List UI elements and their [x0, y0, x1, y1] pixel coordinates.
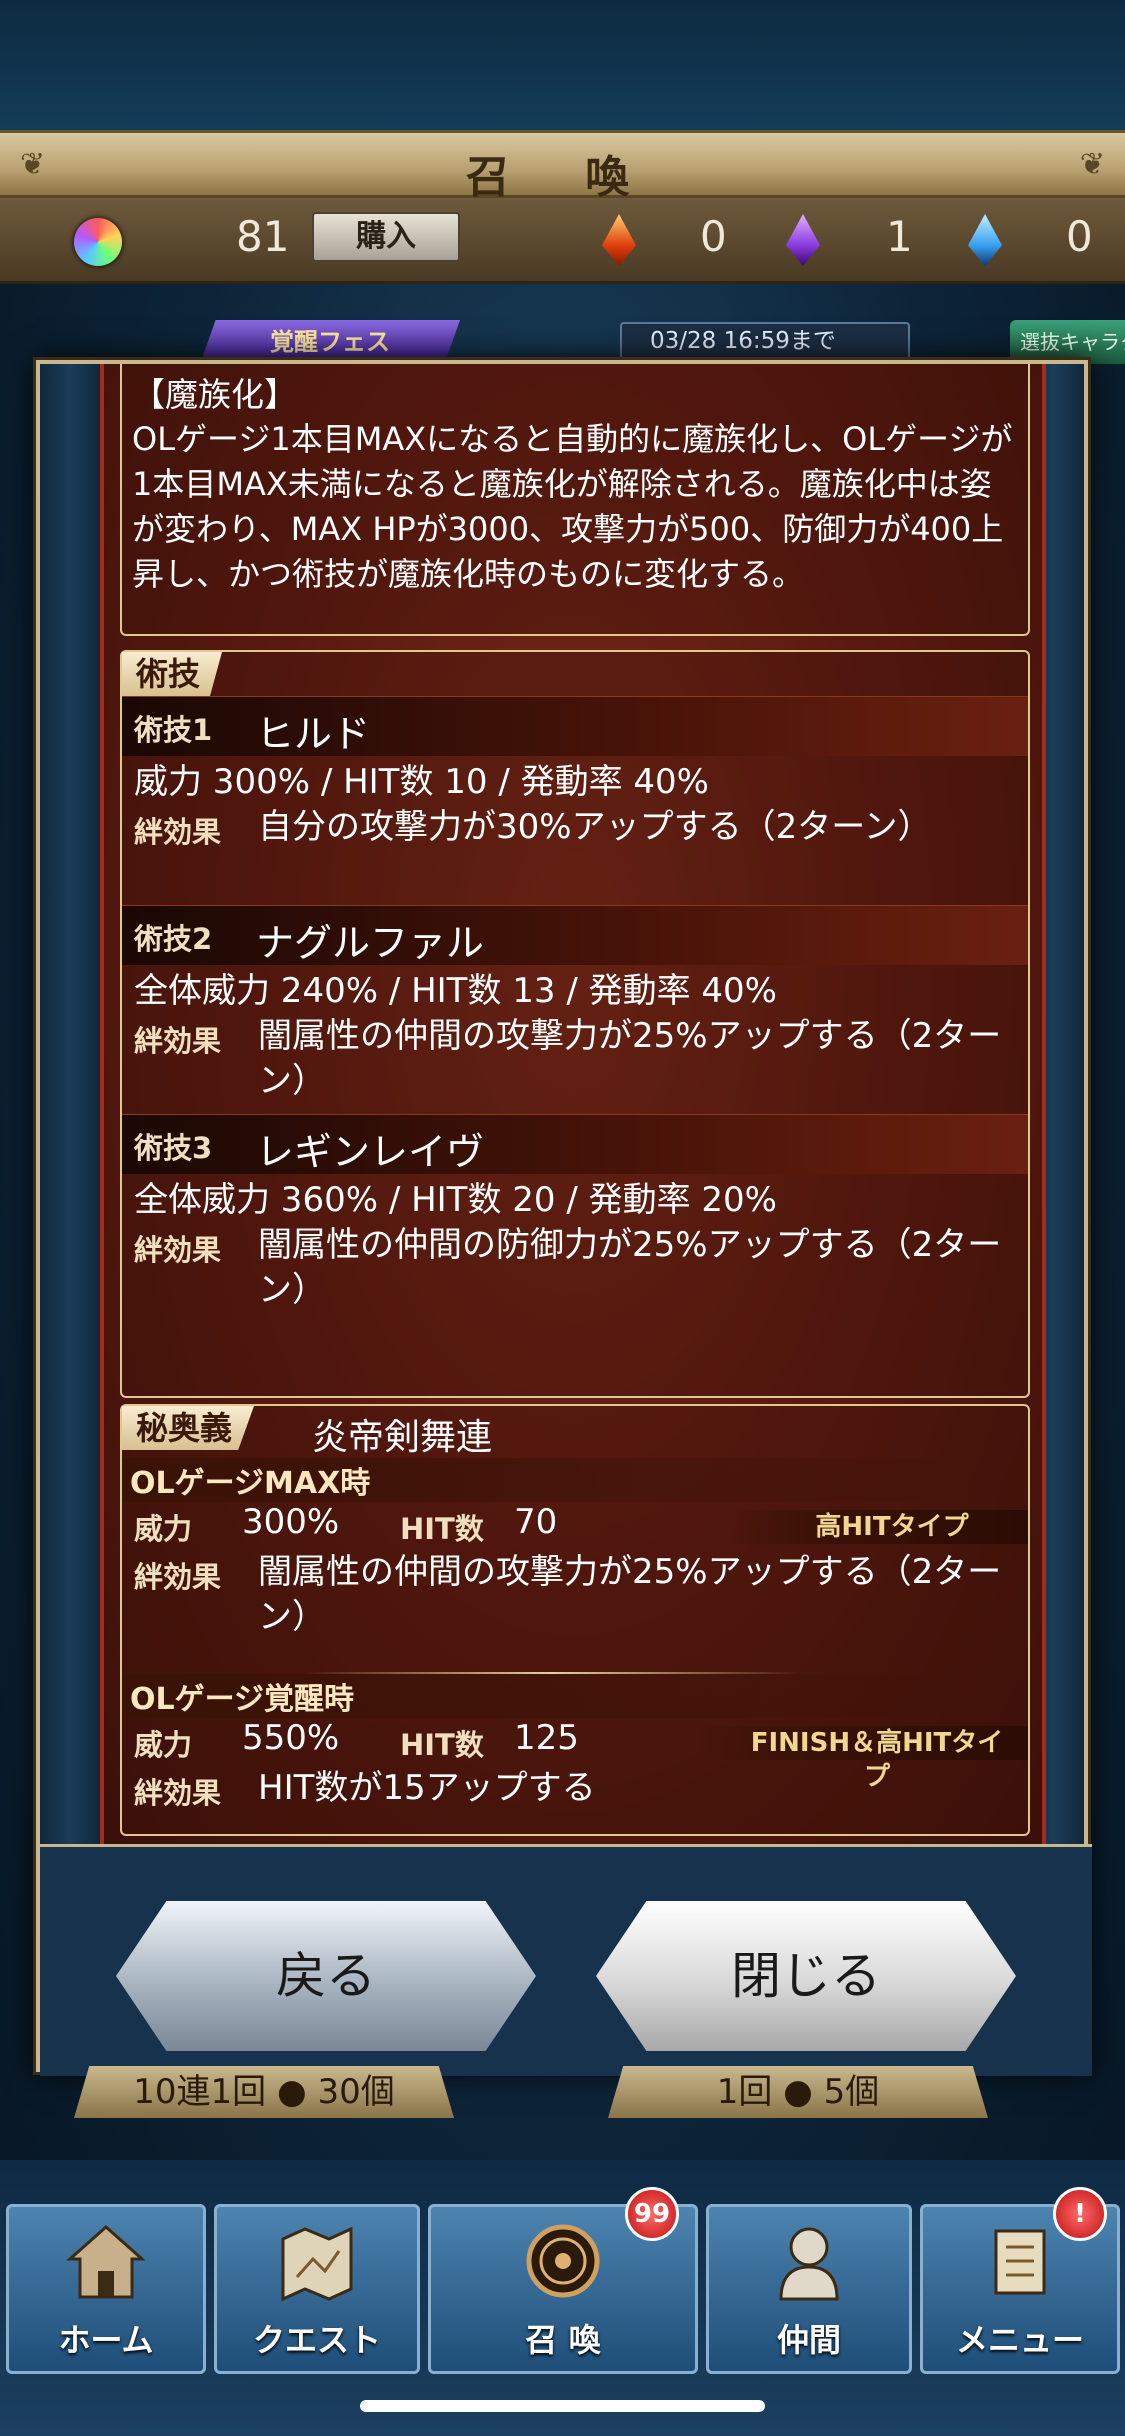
- skill-tag: 術技2: [134, 922, 213, 956]
- skill-header: 術技2 ナグルファル: [122, 905, 1028, 965]
- effect-text: 自分の攻撃力が30%アップする（2ターン）: [258, 807, 932, 847]
- ol-max-effect: 絆効果 闇属性の仲間の攻撃力が25%アップする（2ターン）: [122, 1550, 1028, 1650]
- ability-description: OLゲージ1本目MAXになると自動的に魔族化し、OLゲージが1本目MAX未満にな…: [132, 420, 1013, 593]
- nav-summon[interactable]: 召 喚 99: [428, 2187, 698, 2374]
- modal-rail-left: [40, 364, 100, 1844]
- effect-label: 絆効果: [134, 1024, 222, 1058]
- effect-text: 闇属性の仲間の防御力が25%アップする（2ターン）: [258, 1225, 1002, 1310]
- divider: [302, 1672, 802, 1674]
- fire-gem-icon: [602, 214, 636, 266]
- menu-alert-badge: !: [1053, 2187, 1107, 2241]
- skill-name: ヒルド: [256, 712, 371, 756]
- dark-gem-count: 1: [886, 212, 913, 261]
- power-label: 威力: [134, 1512, 193, 1546]
- close-button[interactable]: 閉じる: [596, 1901, 1016, 2051]
- skill-name: ナグルファル: [256, 921, 485, 965]
- bottom-nav: ホーム クエスト 召 喚 99 仲間 メニュー !: [0, 2160, 1125, 2436]
- hit-label: HIT数: [400, 1512, 484, 1546]
- character-detail-modal: 【魔族化】 OLゲージ1本目MAXになると自動的に魔族化し、OLゲージが1本目M…: [36, 360, 1092, 2076]
- mystic-header: 秘奥義 炎帝剣舞連: [122, 1406, 1028, 1458]
- skill-stats: 威力 300% / HIT数 10 / 発動率 40%: [134, 762, 709, 802]
- dark-gem-icon: [786, 214, 820, 266]
- banner-strip: 覚醒フェス 03/28 16:59まで 選抜キャラクタ: [0, 300, 1125, 398]
- type-badge: 高HITタイプ: [728, 1510, 1028, 1544]
- power-value: 300%: [242, 1502, 340, 1542]
- effect-label: 絆効果: [134, 1560, 222, 1594]
- effect-text: HIT数が15アップする: [258, 1768, 596, 1808]
- water-gem-count: 0: [1066, 212, 1093, 261]
- skill-effect: 絆効果 自分の攻撃力が30%アップする（2ターン）: [122, 805, 1028, 905]
- effect-text: 闇属性の仲間の攻撃力が25%アップする（2ターン）: [258, 1016, 1002, 1101]
- deadline-label: 03/28 16:59まで: [620, 322, 910, 360]
- currency-bar: 81 購入 0 1 0: [0, 198, 1125, 284]
- effect-text: 闇属性の仲間の攻撃力が25%アップする（2ターン）: [258, 1552, 1002, 1637]
- ability-name: 【魔族化】: [132, 375, 297, 414]
- arts-panel: 術技 術技1 ヒルド 威力 300% / HIT数 10 / 発動率 40% 絆…: [120, 650, 1030, 1398]
- mystic-section-label: 秘奥義: [122, 1406, 255, 1450]
- skill-tag: 術技1: [134, 713, 213, 747]
- effect-label: 絆効果: [134, 1233, 222, 1267]
- nav-menu[interactable]: メニュー !: [920, 2187, 1120, 2374]
- nav-home[interactable]: ホーム: [6, 2204, 206, 2374]
- power-label: 威力: [134, 1728, 193, 1762]
- home-indicator[interactable]: [360, 2400, 765, 2412]
- water-gem-icon: [968, 214, 1002, 266]
- effect-label: 絆効果: [134, 815, 222, 849]
- modal-footer: 戻る 閉じる: [40, 1844, 1092, 2076]
- title-bar: ❦ 召 喚 ❦: [0, 130, 1125, 203]
- nav-quest[interactable]: クエスト: [214, 2204, 420, 2374]
- nav-label: ホーム: [58, 2321, 154, 2359]
- skill-effect: 絆効果 闇属性の仲間の防御力が25%アップする（2ターン）: [122, 1223, 1028, 1323]
- skill-name: レギンレイヴ: [256, 1130, 485, 1174]
- ol-awaken-effect: 絆効果 HIT数が15アップする: [122, 1766, 1028, 1816]
- arts-section-label: 術技: [122, 652, 223, 696]
- map-icon: [281, 2226, 353, 2302]
- skill-effect: 絆効果 闇属性の仲間の攻撃力が25%アップする（2ターン）: [122, 1014, 1028, 1114]
- orb-count: 81: [236, 212, 290, 261]
- summon-1-button[interactable]: 1回 ● 5個: [608, 2066, 988, 2118]
- home-icon: [66, 2224, 146, 2299]
- ol-max-power-row: 威力 300% HIT数 70 高HITタイプ: [122, 1502, 1028, 1550]
- skill-header: 術技1 ヒルド: [122, 696, 1028, 756]
- mystic-arte-panel: 秘奥義 炎帝剣舞連 OLゲージMAX時 威力 300% HIT数 70 高HIT…: [120, 1404, 1030, 1836]
- power-value: 550%: [242, 1718, 340, 1758]
- select-character-chip[interactable]: 選抜キャラクタ: [1010, 320, 1125, 398]
- page-title: 召 喚: [465, 152, 660, 203]
- summon-10-button[interactable]: 10連1回 ● 30個: [74, 2066, 454, 2118]
- nav-label: クエスト: [252, 2321, 381, 2359]
- nav-label: 召 喚: [525, 2321, 601, 2359]
- fire-gem-count: 0: [700, 212, 727, 261]
- summon-circle-icon: [526, 2224, 600, 2298]
- fes-banner[interactable]: 覚醒フェス: [200, 320, 460, 364]
- ornament-right-icon: ❦: [1079, 147, 1105, 182]
- mystic-name: 炎帝剣舞連: [312, 1417, 493, 1458]
- summon-count-badge: 99: [625, 2187, 679, 2241]
- back-button[interactable]: 戻る: [116, 1901, 536, 2051]
- rainbow-orb-icon: [74, 218, 122, 266]
- ol-awaken-power-row: 威力 550% HIT数 125 FINISH＆高HITタイプ: [122, 1718, 1028, 1792]
- nav-party[interactable]: 仲間: [706, 2204, 912, 2374]
- modal-scroll-area[interactable]: 【魔族化】 OLゲージ1本目MAXになると自動的に魔族化し、OLゲージが1本目M…: [100, 364, 1046, 1844]
- skill-header: 術技3 レギンレイヴ: [122, 1114, 1028, 1174]
- ability-panel: 【魔族化】 OLゲージ1本目MAXになると自動的に魔族化し、OLゲージが1本目M…: [120, 364, 1030, 636]
- scroll-icon: [994, 2229, 1046, 2295]
- nav-label: 仲間: [776, 2321, 841, 2359]
- hit-label: HIT数: [400, 1728, 484, 1762]
- skill-tag: 術技3: [134, 1131, 213, 1165]
- ol-awaken-heading: OLゲージ覚醒時: [122, 1674, 1028, 1718]
- nav-label: メニュー: [955, 2321, 1084, 2359]
- buy-button[interactable]: 購入: [312, 212, 460, 262]
- type-badge: FINISH＆高HITタイプ: [698, 1726, 1028, 1792]
- hit-value: 70: [514, 1502, 558, 1542]
- skill-stats: 全体威力 360% / HIT数 20 / 発動率 20%: [134, 1180, 777, 1220]
- skill-stats: 全体威力 240% / HIT数 13 / 発動率 40%: [134, 971, 777, 1011]
- top-decoration: [0, 0, 1125, 130]
- party-icon: [779, 2227, 839, 2301]
- ol-max-heading: OLゲージMAX時: [122, 1458, 1028, 1502]
- effect-label: 絆効果: [134, 1776, 222, 1810]
- hit-value: 125: [514, 1718, 579, 1758]
